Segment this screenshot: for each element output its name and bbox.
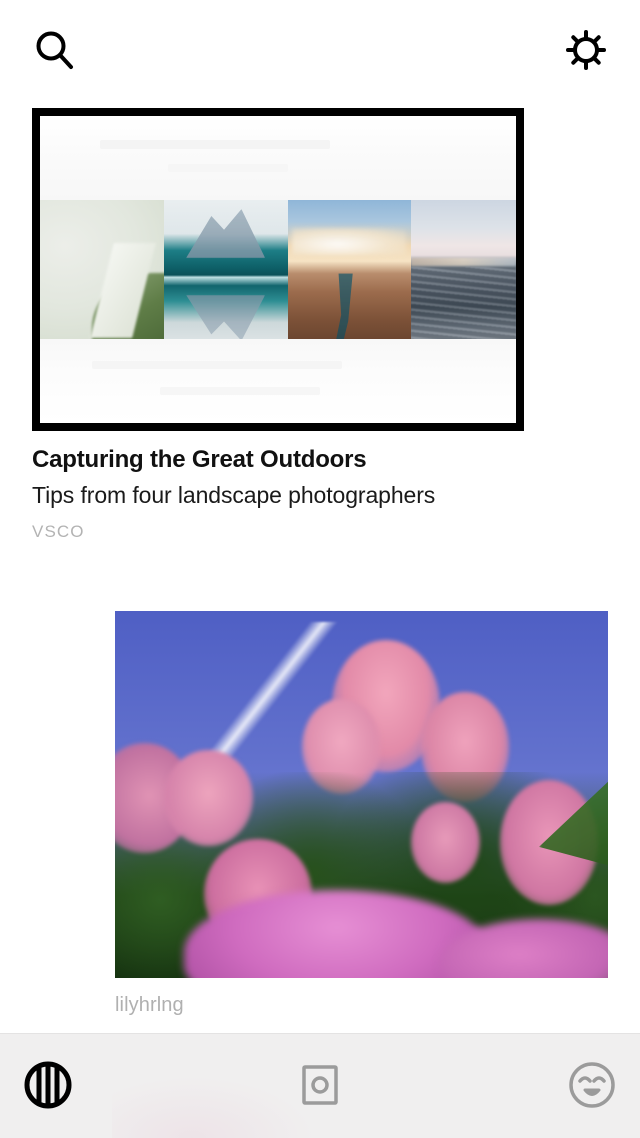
featured-image-top-area [40, 116, 516, 200]
nav-background-ghost [112, 1078, 312, 1138]
featured-publisher: VSCO [32, 521, 85, 541]
search-icon [32, 28, 76, 77]
smiley-face-icon [566, 1059, 618, 1116]
post-photo[interactable] [115, 611, 608, 978]
thumbnail-canyon-river [287, 200, 412, 353]
nav-item-studio[interactable] [289, 1056, 351, 1118]
search-button[interactable] [28, 26, 80, 78]
vsco-circle-icon [22, 1059, 74, 1116]
featured-image-bottom-area [40, 339, 516, 423]
thumbnail-teal-lake [163, 200, 288, 353]
settings-button[interactable] [560, 26, 612, 78]
featured-text-block[interactable]: Capturing the Great Outdoors Tips from f… [32, 446, 592, 542]
featured-subtitle: Tips from four landscape photographers [32, 482, 436, 509]
thumbnail-misty-cliff [40, 200, 164, 353]
thumbnail-ocean-waves [411, 200, 516, 353]
featured-image [40, 116, 516, 423]
bottom-navigation-bar [0, 1033, 640, 1138]
post-username[interactable]: lilyhrlng [115, 994, 608, 1017]
top-header [0, 0, 640, 104]
nav-item-feed[interactable] [17, 1056, 79, 1118]
feed-post[interactable]: lilyhrlng [115, 611, 608, 1017]
gear-icon [564, 28, 608, 77]
featured-frame [32, 108, 524, 431]
app-screen: Capturing the Great Outdoors Tips from f… [0, 0, 640, 1138]
featured-title: Capturing the Great Outdoors [32, 446, 367, 473]
blossom-cluster [410, 801, 480, 883]
blossom-cluster [164, 750, 254, 846]
featured-article-card[interactable] [32, 108, 524, 431]
camera-frame-icon [296, 1061, 344, 1114]
nav-item-profile[interactable] [561, 1056, 623, 1118]
thumbnail-strip [40, 200, 516, 353]
